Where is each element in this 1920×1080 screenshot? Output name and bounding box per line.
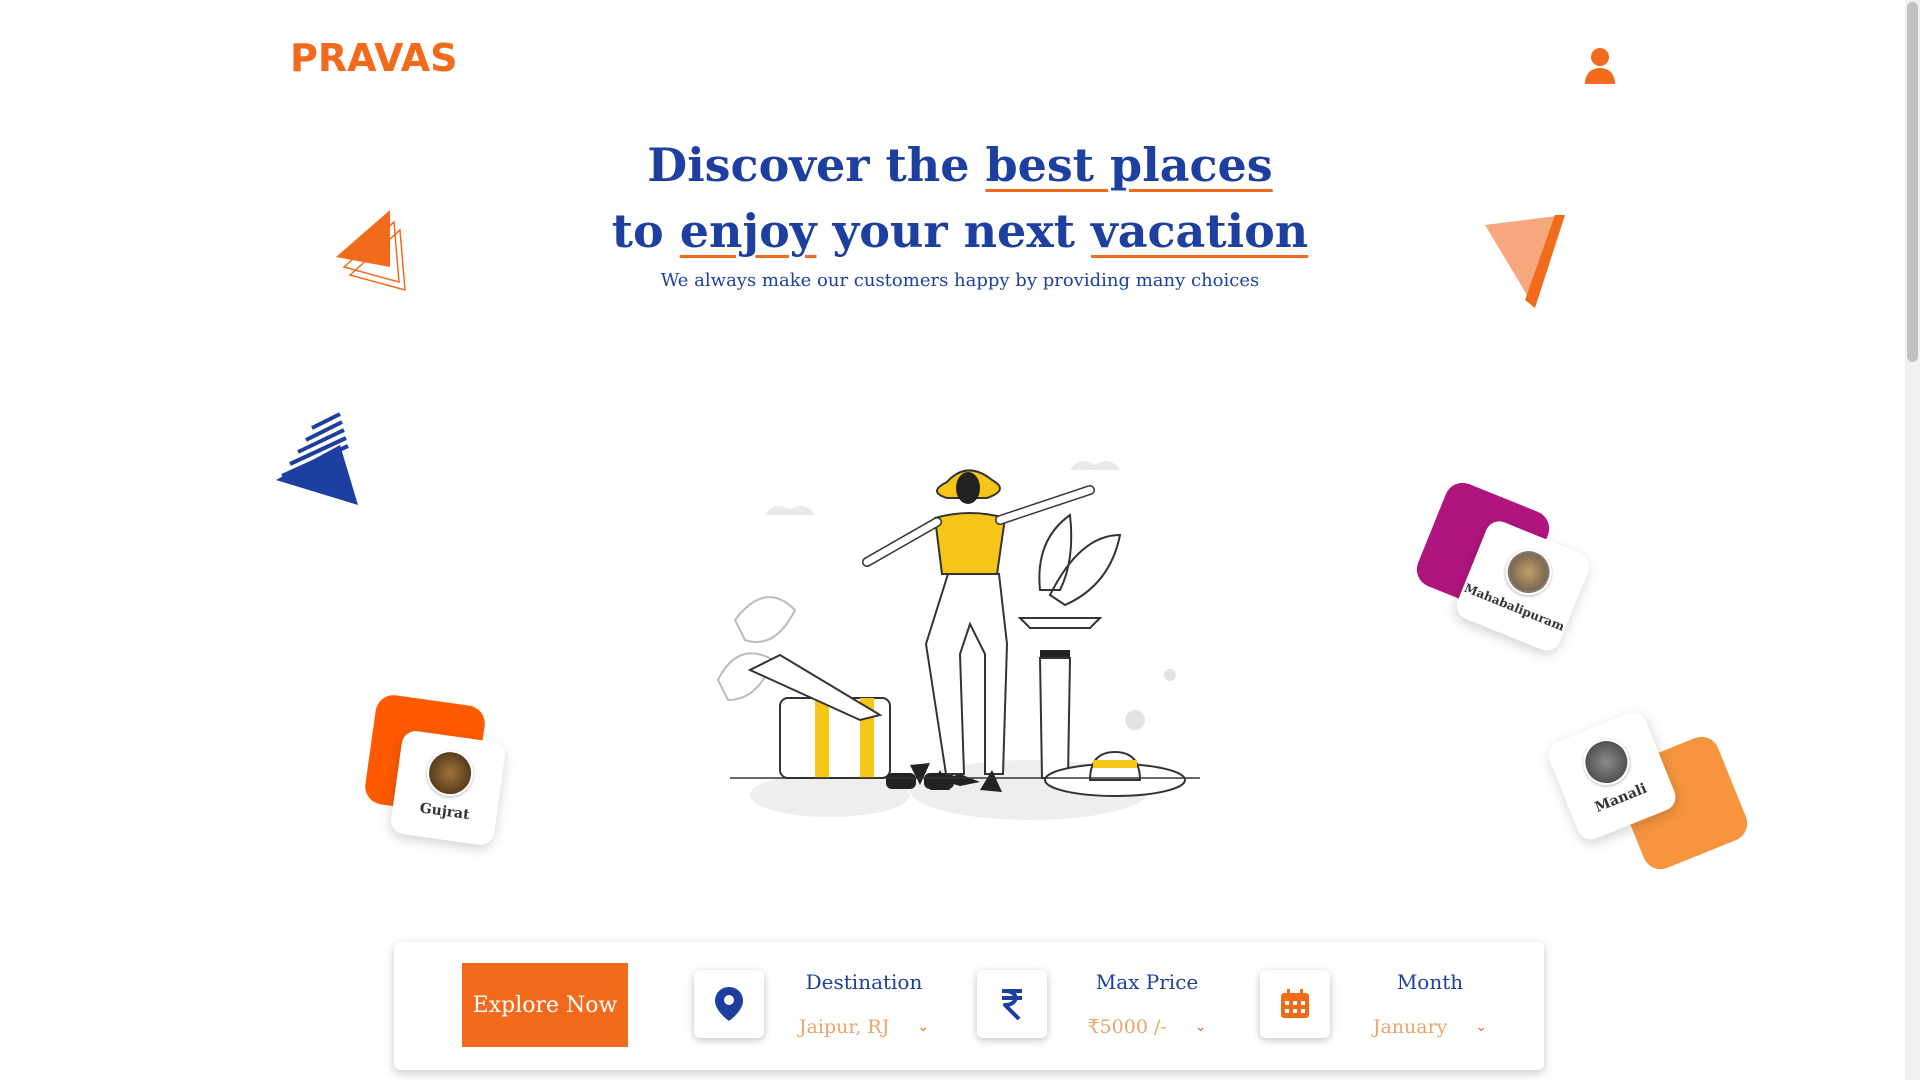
destination-name: Gujrat: [418, 800, 471, 824]
price-value: ₹5000 /-: [1087, 1016, 1167, 1038]
user-profile-button[interactable]: [1578, 44, 1622, 88]
rupee-icon: [1002, 989, 1022, 1020]
destination-icon-box: [694, 970, 764, 1038]
destination-label: Destination: [805, 970, 923, 994]
price-select[interactable]: ₹5000 /- ⌄: [1067, 1012, 1227, 1042]
hero-heading-line-2: to enjoy your next vacation: [611, 204, 1309, 258]
calendar-icon: [1281, 989, 1309, 1018]
chevron-down-icon: ⌄: [1194, 1019, 1207, 1035]
hero-subtitle: We always make our customers happy by pr…: [660, 270, 1260, 291]
explore-now-button[interactable]: Explore Now: [462, 963, 628, 1047]
chevron-down-icon: ⌄: [1475, 1019, 1488, 1035]
decorative-triangle-blue-icon: [276, 412, 358, 505]
brand-logo[interactable]: PRAVAS: [290, 36, 458, 80]
chevron-down-icon: ⌄: [917, 1019, 930, 1035]
mahabalipuram-thumbnail: [1498, 542, 1559, 603]
decorative-triangle-peach-icon: [1485, 215, 1565, 308]
price-icon-box: [977, 970, 1047, 1038]
traveler-illustration: [716, 461, 1200, 820]
month-label: Month: [1396, 970, 1464, 994]
highlight-enjoy: enjoy: [679, 204, 817, 258]
hero-heading-line-1: Discover the best places: [647, 138, 1273, 192]
highlight-best-places: best places: [985, 138, 1273, 192]
month-icon-box: [1260, 970, 1330, 1038]
month-select[interactable]: January ⌄: [1350, 1012, 1510, 1042]
month-value: January: [1372, 1016, 1448, 1038]
user-icon: [1585, 48, 1615, 84]
destination-select[interactable]: Jaipur, RJ ⌄: [784, 1012, 944, 1042]
decorative-triangle-orange-icon: [336, 210, 406, 292]
gujrat-thumbnail: [424, 747, 477, 800]
destination-value: Jaipur, RJ: [798, 1016, 890, 1038]
highlight-vacation: vacation: [1091, 204, 1309, 258]
location-pin-icon: [715, 987, 743, 1021]
price-label: Max Price: [1095, 970, 1199, 994]
manali-thumbnail: [1576, 732, 1637, 793]
